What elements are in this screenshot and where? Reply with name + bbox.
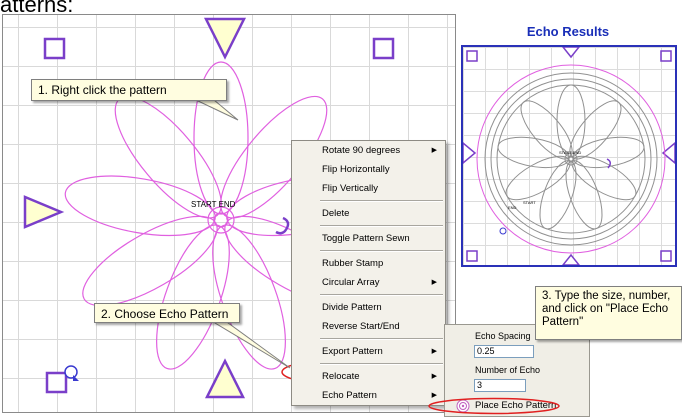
- callout-step-2: 2. Choose Echo Pattern: [94, 303, 240, 323]
- menu-item-rotate-90[interactable]: Rotate 90 degrees ▶: [292, 141, 445, 160]
- menu-item-flip-vertically[interactable]: Flip Vertically: [292, 179, 445, 198]
- menu-item-rubber-stamp[interactable]: Rubber Stamp: [292, 254, 445, 273]
- menu-separator: [320, 363, 443, 365]
- menu-item-flip-horizontally[interactable]: Flip Horizontally: [292, 160, 445, 179]
- menu-separator: [320, 225, 443, 227]
- place-button-highlight: [428, 397, 560, 415]
- menu-item-circular-array[interactable]: Circular Array ▶: [292, 273, 445, 292]
- callout-step-3: 3. Type the size, number, and click on "…: [535, 286, 682, 340]
- menu-item-divide-pattern[interactable]: Divide Pattern: [292, 298, 445, 317]
- menu-item-reverse-start-end[interactable]: Reverse Start/End: [292, 317, 445, 336]
- menu-separator: [320, 250, 443, 252]
- number-of-echo-input[interactable]: [474, 379, 526, 392]
- callout-step-1: 1. Right click the pattern: [31, 79, 227, 101]
- context-menu: Rotate 90 degrees ▶ Flip Horizontally Fli…: [291, 140, 446, 406]
- submenu-arrow-icon: ▶: [431, 348, 437, 355]
- menu-item-echo-pattern[interactable]: Echo Pattern ▶: [292, 386, 445, 405]
- number-of-echo-label: Number of Echo: [475, 365, 541, 375]
- menu-separator: [320, 338, 443, 340]
- menu-item-relocate[interactable]: Relocate ▶: [292, 367, 445, 386]
- menu-item-toggle-pattern-sewn[interactable]: Toggle Pattern Sewn: [292, 229, 445, 248]
- menu-separator: [320, 294, 443, 296]
- submenu-arrow-icon: ▶: [431, 279, 437, 286]
- menu-separator: [320, 200, 443, 202]
- menu-item-delete[interactable]: Delete: [292, 204, 445, 223]
- submenu-arrow-icon: ▶: [431, 373, 437, 380]
- echo-spacing-input[interactable]: [474, 345, 534, 358]
- echo-spacing-label: Echo Spacing: [475, 331, 531, 341]
- menu-item-export-pattern[interactable]: Export Pattern ▶: [292, 342, 445, 361]
- submenu-arrow-icon: ▶: [431, 147, 437, 154]
